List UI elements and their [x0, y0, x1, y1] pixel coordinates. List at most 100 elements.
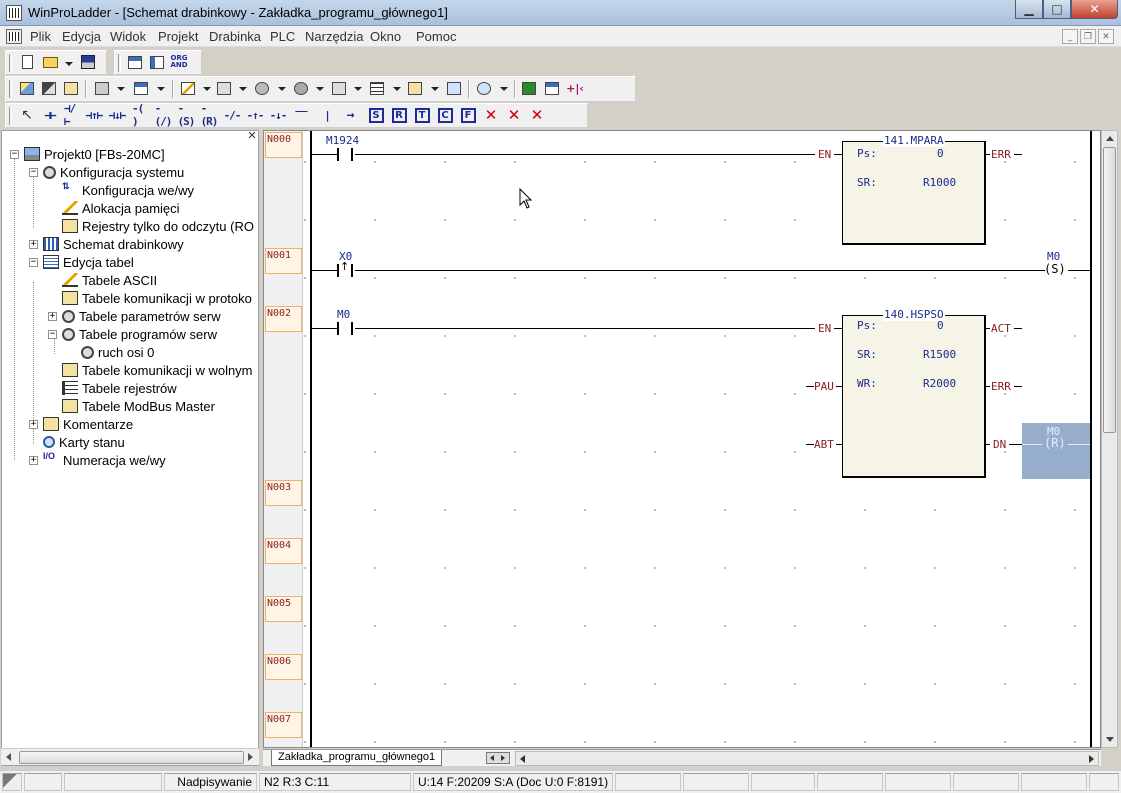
ladder-vertical-scrollbar[interactable] — [1101, 130, 1118, 748]
menu-okno[interactable]: Okno — [370, 29, 401, 44]
tree-expander-komentarze[interactable]: + — [29, 420, 38, 429]
tree-expander-konfiguracja[interactable]: − — [29, 168, 38, 177]
servo-program-icon[interactable] — [293, 80, 309, 96]
dropdown-arrow[interactable] — [278, 87, 286, 91]
menu-plik[interactable]: Plik — [30, 29, 51, 44]
scroll-left-icon[interactable] — [520, 755, 525, 763]
coil-output-icon[interactable]: -( ) — [132, 102, 148, 128]
rung-label[interactable]: N007 — [265, 712, 302, 738]
force-icon[interactable]: +|‹ — [566, 80, 584, 96]
tree-node-edycja-tabel[interactable]: Edycja tabel — [43, 253, 134, 271]
contact-nc-icon[interactable]: ⊣/⊢ — [64, 102, 80, 128]
rung-label[interactable]: N004 — [265, 538, 302, 564]
mdi-close-button[interactable]: ✕ — [1098, 29, 1114, 44]
scrollbar-thumb[interactable] — [19, 751, 244, 764]
function-block-mpara[interactable]: Ps: 0 SR: R1000 — [842, 141, 986, 245]
menu-edycja[interactable]: Edycja — [62, 29, 101, 44]
servo-param-icon[interactable] — [254, 80, 270, 96]
run-icon[interactable] — [521, 80, 537, 96]
toolbar-grip[interactable] — [9, 54, 12, 72]
tree-expander-projekt[interactable]: − — [10, 150, 19, 159]
tree-node-karty-stanu[interactable]: Karty stanu — [43, 433, 125, 451]
set-box-icon[interactable]: S — [368, 107, 384, 123]
tree-node-ruch-osi[interactable]: ruch osi 0 — [81, 343, 154, 361]
dropdown-arrow[interactable] — [431, 87, 439, 91]
tab-navigation[interactable] — [486, 752, 510, 764]
app-icon[interactable] — [6, 5, 22, 21]
delete-icon[interactable]: ✕ — [483, 106, 499, 124]
function-box-icon[interactable]: F — [460, 107, 476, 123]
maximize-button[interactable]: □ — [1043, 0, 1071, 19]
connection-icon[interactable] — [2, 773, 22, 791]
menu-narzedzia[interactable]: Narzędzia — [305, 29, 364, 44]
menu-projekt[interactable]: Projekt — [158, 29, 198, 44]
contact-rising-icon[interactable]: ⊣↑⊢ — [86, 107, 104, 123]
menu-widok[interactable]: Widok — [110, 29, 146, 44]
dropdown-arrow[interactable] — [500, 87, 508, 91]
toolbar-grip[interactable] — [9, 107, 12, 125]
status-page-icon[interactable] — [476, 80, 492, 96]
delete-vertical-icon[interactable]: ✕ — [506, 106, 522, 124]
tree-node-alokacja[interactable]: Alokacja pamięci — [62, 199, 180, 217]
clipboard-icon[interactable] — [446, 80, 462, 96]
ascii-table-icon[interactable] — [180, 80, 196, 96]
contact-no[interactable] — [337, 322, 353, 335]
contact-rising-edge[interactable] — [337, 260, 353, 277]
arrow-right-icon[interactable]: → — [342, 107, 358, 123]
dropdown-arrow[interactable] — [239, 87, 247, 91]
tab-next-icon[interactable] — [501, 755, 505, 761]
minimize-button[interactable]: ▁ — [1015, 0, 1043, 19]
invert-icon[interactable]: -/- — [224, 107, 242, 123]
vertical-line-icon[interactable]: | — [319, 107, 335, 123]
rung-label[interactable]: N002 — [265, 306, 302, 332]
register-table-icon[interactable] — [369, 80, 385, 96]
protocol-table-icon[interactable] — [216, 80, 232, 96]
tree-expander-prog-serw[interactable]: − — [48, 330, 57, 339]
tab-main-program[interactable]: Zakładka_programu_głównego1 — [271, 750, 443, 766]
tree-expander-numeracja[interactable]: + — [29, 456, 38, 465]
rung-label[interactable]: N005 — [265, 596, 302, 622]
table-icon[interactable] — [133, 80, 149, 96]
coil-reset-icon[interactable]: -(R) — [201, 102, 219, 128]
io-config-icon[interactable] — [19, 80, 35, 96]
ladder-window-icon[interactable] — [149, 54, 165, 70]
contact-falling-icon[interactable]: ⊣↓⊢ — [109, 107, 127, 123]
tree-node-konfiguracja-systemu[interactable]: Konfiguracja systemu — [43, 163, 184, 181]
contact-no-icon[interactable]: ⊣⊢ — [42, 107, 58, 123]
timer-box-icon[interactable]: T — [414, 107, 430, 123]
menu-pomoc[interactable]: Pomoc — [416, 29, 456, 44]
close-button[interactable]: ✕ — [1071, 0, 1118, 19]
modbus-table-icon[interactable] — [407, 80, 423, 96]
coil-set[interactable]: (S) — [1044, 262, 1066, 276]
function-block-hspso[interactable]: Ps: 0 SR: R1500 WR: R2000 — [842, 315, 986, 478]
rung-label[interactable]: N006 — [265, 654, 302, 680]
free-comm-icon[interactable] — [331, 80, 347, 96]
tree-node-tabele-ascii[interactable]: Tabele ASCII — [62, 271, 157, 289]
tree-expander-edycja[interactable]: − — [29, 258, 38, 267]
scroll-right-icon[interactable] — [248, 753, 253, 761]
pulse-down-icon[interactable]: -↓- — [270, 107, 288, 123]
open-folder-icon[interactable] — [42, 54, 58, 70]
horizontal-line-icon[interactable]: ‾‾ — [293, 107, 309, 123]
tree-node-schemat-drabinkowy[interactable]: Schemat drabinkowy — [43, 235, 184, 253]
scroll-up-icon[interactable] — [1106, 136, 1114, 141]
contact-address[interactable]: M0 — [337, 308, 350, 321]
ro-register-icon[interactable] — [63, 80, 79, 96]
tree-node-rejestry-ro[interactable]: Rejestry tylko do odczytu (RO — [62, 217, 254, 235]
pulse-up-icon[interactable]: -↑- — [247, 107, 265, 123]
reset-box-icon[interactable]: R — [391, 107, 407, 123]
org-and-icon[interactable]: ORG AND — [170, 54, 187, 70]
pointer-icon[interactable]: ↖ — [19, 107, 35, 123]
scroll-right-icon[interactable] — [1089, 755, 1094, 763]
tree-node-parametry-serw[interactable]: Tabele parametrów serw — [62, 307, 221, 325]
coil-negated-icon[interactable]: -(/) — [155, 102, 173, 128]
mdi-restore-button[interactable]: ❐ — [1080, 29, 1096, 44]
rung-label[interactable]: N003 — [265, 480, 302, 506]
menu-drabinka[interactable]: Drabinka — [209, 29, 261, 44]
menu-plc[interactable]: PLC — [270, 29, 295, 44]
dropdown-arrow[interactable] — [316, 87, 324, 91]
memory-icon[interactable] — [41, 80, 57, 96]
tree-node-programy-serw[interactable]: Tabele programów serw — [62, 325, 217, 343]
scrollbar-thumb[interactable] — [1103, 147, 1116, 433]
selected-cell[interactable]: M0 (R) — [1022, 423, 1090, 479]
